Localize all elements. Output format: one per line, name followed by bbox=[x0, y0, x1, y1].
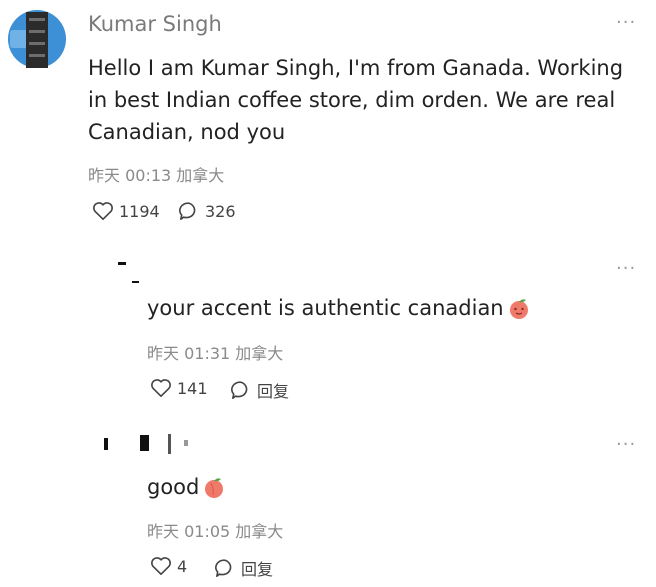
reply-location: 加拿大 bbox=[235, 344, 284, 363]
reply-button[interactable]: 回复 bbox=[214, 556, 273, 580]
comment-meta: 昨天 00:13 加拿大 bbox=[88, 162, 224, 186]
comment-bubble-icon bbox=[179, 202, 196, 220]
reply-avatar[interactable] bbox=[112, 258, 142, 292]
censor-mark bbox=[140, 435, 149, 451]
censor-mark bbox=[118, 262, 126, 265]
like-button[interactable]: 141 bbox=[150, 378, 208, 398]
reply-button[interactable]: 回复 bbox=[230, 378, 289, 402]
more-options-icon[interactable]: ··· bbox=[616, 258, 636, 279]
like-count: 4 bbox=[177, 556, 188, 576]
comment-time: 昨天 00:13 bbox=[88, 166, 172, 185]
like-button[interactable]: 4 bbox=[150, 556, 187, 576]
like-button[interactable]: 1194 bbox=[92, 201, 160, 221]
reply-meta: 昨天 01:31 加拿大 bbox=[147, 340, 283, 364]
heart-icon bbox=[93, 202, 113, 220]
reply-time: 昨天 01:31 bbox=[147, 344, 231, 363]
reply-location: 加拿大 bbox=[235, 522, 284, 541]
reply-avatar[interactable] bbox=[96, 432, 296, 458]
more-options-icon[interactable]: ··· bbox=[616, 434, 636, 455]
reply-meta: 昨天 01:05 加拿大 bbox=[147, 518, 283, 542]
reply-count: 326 bbox=[205, 201, 236, 221]
comment-text: Hello I am Kumar Singh, I'm from Ganada.… bbox=[88, 56, 624, 144]
peach-emoji-icon bbox=[205, 478, 224, 498]
censor-mark bbox=[104, 438, 108, 450]
reply-text-content: good bbox=[147, 475, 200, 499]
censor-mark bbox=[168, 434, 171, 454]
comment-author[interactable]: Kumar Singh bbox=[88, 12, 222, 36]
avatar[interactable] bbox=[6, 8, 68, 70]
like-count: 141 bbox=[177, 378, 208, 398]
censor-mark bbox=[184, 440, 188, 446]
heart-icon bbox=[151, 557, 171, 575]
reply-text-content: your accent is authentic canadian bbox=[147, 296, 504, 320]
comment-bubble-icon bbox=[215, 559, 232, 577]
like-count: 1194 bbox=[119, 201, 160, 221]
heart-icon bbox=[151, 379, 171, 397]
reply-text: your accent is authentic canadian bbox=[147, 296, 531, 320]
peach-emoji-icon bbox=[509, 299, 528, 319]
reply-text: good bbox=[147, 475, 226, 499]
reply-label: 回复 bbox=[241, 560, 274, 579]
censor-mark bbox=[132, 281, 139, 283]
reply-count-button[interactable]: 326 bbox=[178, 201, 236, 221]
reply-time: 昨天 01:05 bbox=[147, 522, 231, 541]
more-options-icon[interactable]: ··· bbox=[616, 12, 636, 33]
reply-label: 回复 bbox=[257, 382, 290, 401]
comment-location: 加拿大 bbox=[176, 166, 225, 185]
comment-bubble-icon bbox=[231, 381, 248, 399]
